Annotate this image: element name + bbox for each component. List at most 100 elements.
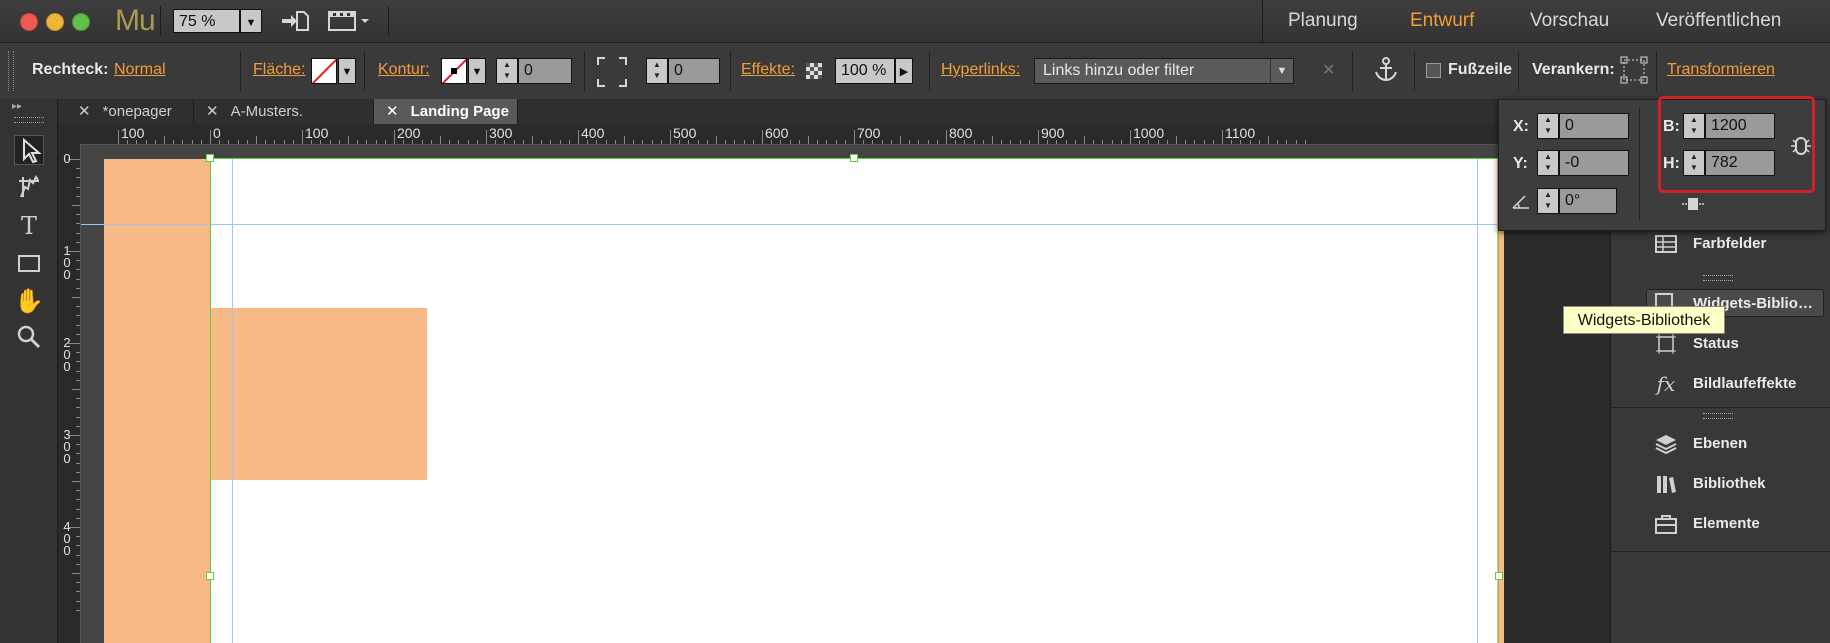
hyperlinks-link[interactable]: Hyperlinks: — [941, 61, 1020, 79]
panel-grip[interactable] — [1703, 413, 1733, 419]
fill-swatch[interactable] — [311, 58, 337, 84]
ruler-label: 300 — [489, 125, 513, 141]
ruler-minor-tick — [559, 140, 561, 144]
chevron-down-icon[interactable]: ▼ — [1270, 59, 1293, 83]
ruler-origin[interactable] — [58, 124, 80, 144]
ruler-minor-tick — [1010, 140, 1012, 144]
hyperlinks-input[interactable]: Links hinzu oder filter ▼ — [1034, 58, 1294, 84]
ruler-minor-tick — [375, 140, 377, 144]
rotation-stepper[interactable]: ▲ ▼ — [1537, 188, 1559, 214]
ruler-minor-tick — [182, 140, 184, 144]
stroke-width-input[interactable]: 0 — [518, 58, 572, 84]
stroke-swatch[interactable] — [441, 58, 467, 84]
minimize-window-button[interactable] — [46, 13, 64, 31]
ruler-minor-tick — [76, 195, 80, 197]
mode-tab-vorschau[interactable]: Vorschau — [1530, 10, 1609, 32]
corner-radius-input[interactable]: 0 — [668, 58, 720, 84]
fill-link[interactable]: Fläche: — [253, 61, 305, 79]
opacity-slider-button[interactable]: ▶ — [895, 58, 913, 84]
clear-hyperlink-icon[interactable]: ✕ — [1322, 60, 1335, 80]
zoom-tool[interactable] — [14, 323, 44, 353]
text-tool[interactable]: T — [14, 211, 44, 241]
divider — [1352, 51, 1353, 91]
mode-tab-veroeffentlichen[interactable]: Veröffentlichen — [1656, 10, 1781, 32]
ruler-minor-tick — [752, 140, 754, 144]
drag-handle[interactable] — [8, 51, 14, 91]
resize-handle[interactable] — [850, 154, 858, 162]
resize-handle[interactable] — [206, 154, 214, 162]
panel-item-farbfelder[interactable]: Farbfelder — [1611, 225, 1830, 265]
layers-icon — [1655, 433, 1677, 455]
selection-tool[interactable] — [14, 135, 44, 165]
preview-device-button[interactable] — [327, 9, 371, 33]
resize-handle[interactable] — [206, 572, 214, 580]
opacity-input[interactable]: 100 % — [835, 58, 895, 84]
anchor-icon[interactable] — [1372, 56, 1400, 84]
export-page-button[interactable] — [280, 9, 310, 33]
x-stepper[interactable]: ▲ ▼ — [1537, 113, 1559, 139]
panel-item-bibliothek[interactable]: Bibliothek — [1611, 465, 1830, 505]
crop-tool[interactable] — [14, 173, 44, 203]
stroke-dot — [451, 68, 457, 74]
fill-dropdown-button[interactable]: ▼ — [338, 58, 356, 84]
ruler-minor-tick — [76, 306, 80, 308]
transform-link[interactable]: Transformieren — [1667, 61, 1775, 79]
ruler-minor-tick — [476, 140, 478, 144]
panel-item-elemente[interactable]: Elemente — [1611, 505, 1830, 545]
footer-checkbox[interactable] — [1426, 63, 1441, 78]
close-icon[interactable]: ✕ — [206, 103, 219, 120]
footer-label: Fußzeile — [1448, 61, 1513, 78]
doc-tab-onepager[interactable]: ✕ *onepager — [66, 99, 194, 124]
ruler-minor-tick — [72, 297, 80, 298]
mode-tab-planung[interactable]: Planung — [1288, 10, 1358, 32]
hyperlinks-placeholder: Links hinzu oder filter — [1043, 62, 1195, 79]
close-icon[interactable]: ✕ — [78, 103, 91, 120]
effects-link[interactable]: Effekte: — [741, 61, 795, 79]
anchor-grid-button[interactable] — [1620, 56, 1648, 84]
design-canvas[interactable] — [81, 145, 1504, 643]
resize-mode-button[interactable] — [1681, 194, 1705, 214]
ruler-tick — [486, 130, 487, 144]
corner-radius-stepper[interactable]: ▲ ▼ — [646, 58, 668, 84]
y-stepper[interactable]: ▲ ▼ — [1537, 150, 1559, 176]
graphic-style-link[interactable]: Normal — [114, 61, 166, 79]
zoom-window-button[interactable] — [72, 13, 90, 31]
rectangle-tool[interactable] — [14, 249, 44, 279]
panel-grip[interactable] — [1703, 275, 1733, 281]
ruler-minor-tick — [1028, 140, 1030, 144]
mode-tab-entwurf[interactable]: Entwurf — [1410, 10, 1474, 32]
panel-item-ebenen[interactable]: Ebenen — [1611, 425, 1830, 465]
ruler-tick — [762, 130, 763, 144]
panel-item-bildlaufeffekte[interactable]: fx Bildlaufeffekte — [1611, 365, 1830, 405]
ruler-minor-tick — [76, 536, 80, 538]
zoom-input[interactable]: 75 % — [173, 9, 240, 33]
horizontal-ruler[interactable]: 100 0 100 200 300 400 500 600 700 800 900 1000 1100 — [80, 124, 1500, 145]
ruler-minor-tick — [900, 136, 901, 144]
resize-handle[interactable] — [1495, 572, 1503, 580]
close-window-button[interactable] — [20, 13, 38, 31]
ruler-tick — [394, 130, 395, 144]
ruler-minor-tick — [1268, 136, 1269, 144]
ruler-minor-tick — [872, 140, 874, 144]
ruler-minor-tick — [863, 140, 865, 144]
rotation-input[interactable]: 0° — [1559, 188, 1617, 214]
ruler-minor-tick — [651, 140, 653, 144]
hand-tool[interactable]: ✋ — [14, 287, 44, 317]
y-input[interactable]: -0 — [1559, 150, 1629, 176]
selection-frame[interactable] — [210, 158, 1499, 643]
drag-grip[interactable] — [14, 117, 44, 123]
vertical-ruler[interactable]: 0 100 200 300 400 — [58, 145, 81, 643]
x-input[interactable]: 0 — [1559, 113, 1629, 139]
zoom-dropdown-button[interactable]: ▼ — [240, 9, 262, 33]
ruler-minor-tick — [127, 140, 129, 144]
ruler-minor-tick — [72, 205, 80, 206]
stroke-dropdown-button[interactable]: ▼ — [468, 58, 486, 84]
ruler-minor-tick — [76, 379, 80, 381]
doc-tab-landing-page[interactable]: ✕ Landing Page — [374, 99, 518, 124]
doc-tab-a-musters[interactable]: ✕ A-Musters. — [194, 99, 374, 124]
close-icon[interactable]: ✕ — [386, 103, 399, 120]
collapse-panel-icon[interactable]: ▸▸ — [12, 101, 22, 112]
ruler-minor-tick — [191, 140, 193, 144]
stroke-width-stepper[interactable]: ▲ ▼ — [496, 58, 518, 84]
stroke-link[interactable]: Kontur: — [378, 61, 430, 79]
